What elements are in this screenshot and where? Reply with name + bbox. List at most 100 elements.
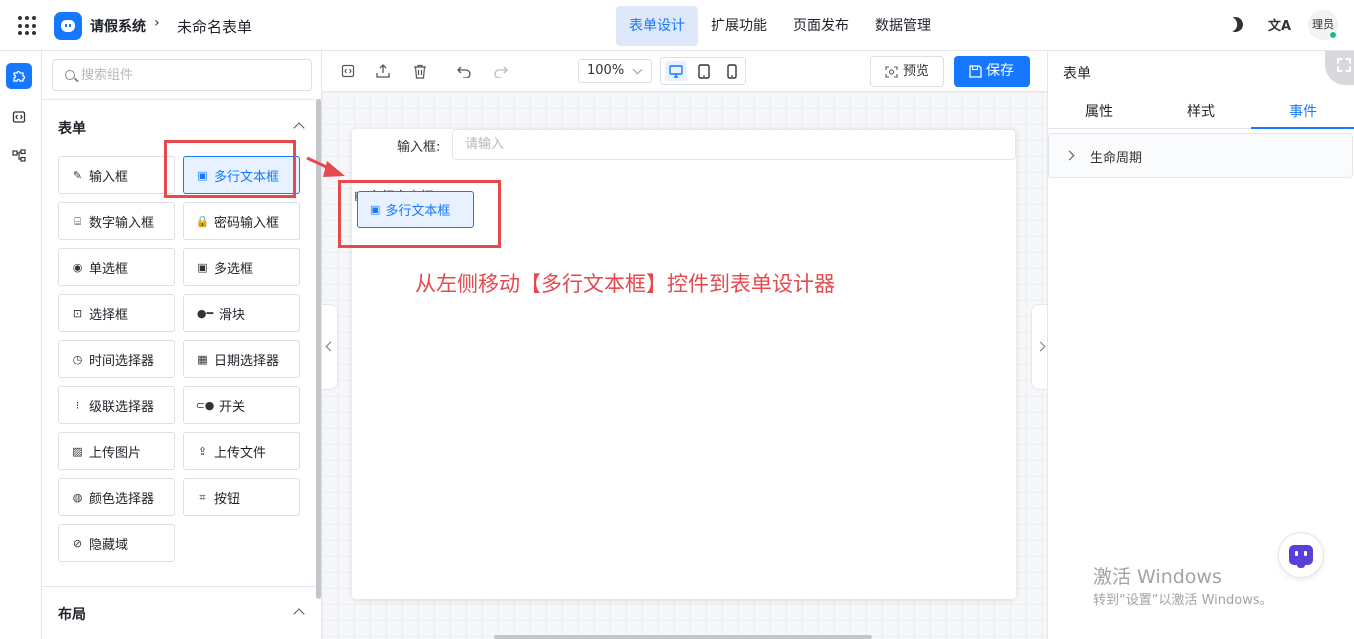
tab-properties[interactable]: 属性: [1085, 101, 1113, 121]
component-time-picker[interactable]: ◷ 时间选择器: [58, 340, 175, 378]
lock-icon: 🔒: [195, 214, 210, 228]
component-label: 多选框: [214, 261, 254, 277]
component-label: 滑块: [219, 307, 246, 323]
component-upload-image[interactable]: ▨ 上传图片: [58, 432, 175, 470]
apps-grid-icon[interactable]: [18, 16, 38, 36]
search-icon: [65, 70, 75, 80]
assistant-bot-button[interactable]: [1278, 532, 1324, 578]
chevron-up-icon[interactable]: [293, 608, 305, 620]
component-switch[interactable]: ⊂● 开关: [183, 386, 300, 424]
component-label: 时间选择器: [89, 353, 155, 369]
tree-structure-icon[interactable]: [6, 143, 32, 169]
top-nav: 表单设计 扩展功能 页面发布 数据管理: [616, 6, 944, 46]
tab-styles[interactable]: 样式: [1187, 101, 1215, 121]
component-password-input[interactable]: 🔒 密码输入框: [183, 202, 300, 240]
delete-trash-icon[interactable]: [412, 63, 428, 79]
breadcrumb-separator-icon: ›: [154, 15, 160, 31]
redo-icon[interactable]: [492, 63, 508, 79]
component-label: 按钮: [214, 491, 241, 507]
component-label: 单选框: [89, 261, 129, 277]
annotation-arrow-icon: [306, 156, 345, 177]
property-tabs: 属性 样式 事件: [1048, 91, 1354, 129]
component-checkbox[interactable]: ▣ 多选框: [183, 248, 300, 286]
component-label: 级联选择器: [89, 399, 155, 415]
component-label: 选择框: [89, 307, 129, 323]
component-slider[interactable]: ●━ 滑块: [183, 294, 300, 332]
divider: [42, 99, 322, 100]
nav-extensions[interactable]: 扩展功能: [698, 6, 780, 46]
button-icon: ⌗: [199, 490, 206, 504]
translate-icon[interactable]: 文A: [1268, 15, 1291, 34]
component-label: 输入框: [89, 169, 129, 185]
active-tab-indicator: [1251, 127, 1354, 129]
dark-mode-moon-icon[interactable]: [1225, 14, 1245, 34]
design-canvas[interactable]: 输入框: 请输入 ▣ 多行文本框 ▣ 多行文本框: [322, 92, 1047, 639]
slider-icon: ●━: [196, 306, 214, 320]
save-button[interactable]: 保存: [954, 56, 1030, 87]
pencil-icon: ✎: [72, 168, 83, 182]
number-icon: ⌸: [74, 214, 81, 228]
component-search: [52, 59, 312, 91]
desktop-icon[interactable]: [665, 61, 687, 81]
online-status-dot: [1329, 31, 1337, 39]
chevron-right-icon: [1064, 150, 1075, 161]
property-panel-title: 表单: [1063, 66, 1091, 82]
chevron-up-icon[interactable]: [293, 122, 305, 134]
component-hidden-field[interactable]: ⊘ 隐藏域: [58, 524, 175, 562]
fullscreen-icon[interactable]: [1325, 51, 1354, 85]
calendar-icon: ▦: [197, 352, 208, 366]
component-date-picker[interactable]: ▦ 日期选择器: [183, 340, 300, 378]
left-rail: [0, 51, 42, 639]
input-field-preview[interactable]: 请输入: [452, 129, 1016, 160]
device-switcher: [660, 57, 746, 85]
components-puzzle-icon[interactable]: [6, 63, 32, 89]
eye-off-icon: ⊘: [72, 536, 83, 550]
tab-events[interactable]: 事件: [1289, 101, 1317, 121]
top-bar: 请假系统 › 未命名表单 表单设计 扩展功能 页面发布 数据管理 文A 理员: [0, 0, 1354, 51]
collapse-left-handle[interactable]: [322, 304, 338, 390]
save-disk-icon: [969, 65, 982, 78]
code-view-icon[interactable]: [340, 63, 356, 79]
component-select[interactable]: ⊡ 选择框: [58, 294, 175, 332]
component-cascader[interactable]: ⁝ 级联选择器: [58, 386, 175, 424]
search-input[interactable]: [81, 65, 301, 85]
input-field-label: 输入框:: [397, 140, 441, 155]
component-button[interactable]: ⌗ 按钮: [183, 478, 300, 516]
mobile-icon[interactable]: [721, 61, 743, 81]
nav-form-design[interactable]: 表单设计: [616, 6, 698, 46]
windows-activation-title: 激活 Windows: [1093, 566, 1222, 588]
select-icon: ⊡: [72, 306, 83, 320]
annotation-text: 从左侧移动【多行文本框】控件到表单设计器: [415, 272, 835, 296]
export-icon[interactable]: [375, 63, 391, 79]
component-label: 上传图片: [89, 445, 142, 461]
component-label: 数字输入框: [89, 215, 155, 231]
annotation-source-box: [164, 140, 296, 198]
nav-data-management[interactable]: 数据管理: [862, 6, 944, 46]
app-name[interactable]: 请假系统: [90, 16, 146, 36]
component-input[interactable]: ✎ 输入框: [58, 156, 175, 194]
clock-icon: ◷: [72, 352, 83, 366]
form-name[interactable]: 未命名表单: [177, 16, 252, 37]
checkbox-icon: ▣: [197, 260, 208, 274]
radio-icon: ◉: [72, 260, 83, 274]
lifecycle-collapse[interactable]: 生命周期: [1048, 133, 1353, 178]
component-radio[interactable]: ◉ 单选框: [58, 248, 175, 286]
canvas-horizontal-scrollbar[interactable]: [494, 635, 872, 639]
collapse-right-handle[interactable]: [1031, 304, 1047, 390]
preview-button[interactable]: 预览: [870, 56, 944, 87]
undo-icon[interactable]: [456, 63, 472, 79]
component-color-picker[interactable]: ◍ 颜色选择器: [58, 478, 175, 516]
component-label: 颜色选择器: [89, 491, 155, 507]
tablet-icon[interactable]: [693, 61, 715, 81]
component-upload-file[interactable]: ⇪ 上传文件: [183, 432, 300, 470]
zoom-select[interactable]: 100%: [578, 59, 652, 83]
nav-page-publish[interactable]: 页面发布: [780, 6, 862, 46]
section-title-layout[interactable]: 布局: [58, 604, 86, 624]
robot-icon: [1289, 545, 1313, 568]
divider: [42, 586, 322, 587]
code-icon[interactable]: [6, 104, 32, 130]
component-number-input[interactable]: ⌸ 数字输入框: [58, 202, 175, 240]
component-label: 开关: [219, 399, 246, 415]
save-label: 保存: [986, 63, 1014, 79]
section-title-form[interactable]: 表单: [58, 118, 86, 138]
